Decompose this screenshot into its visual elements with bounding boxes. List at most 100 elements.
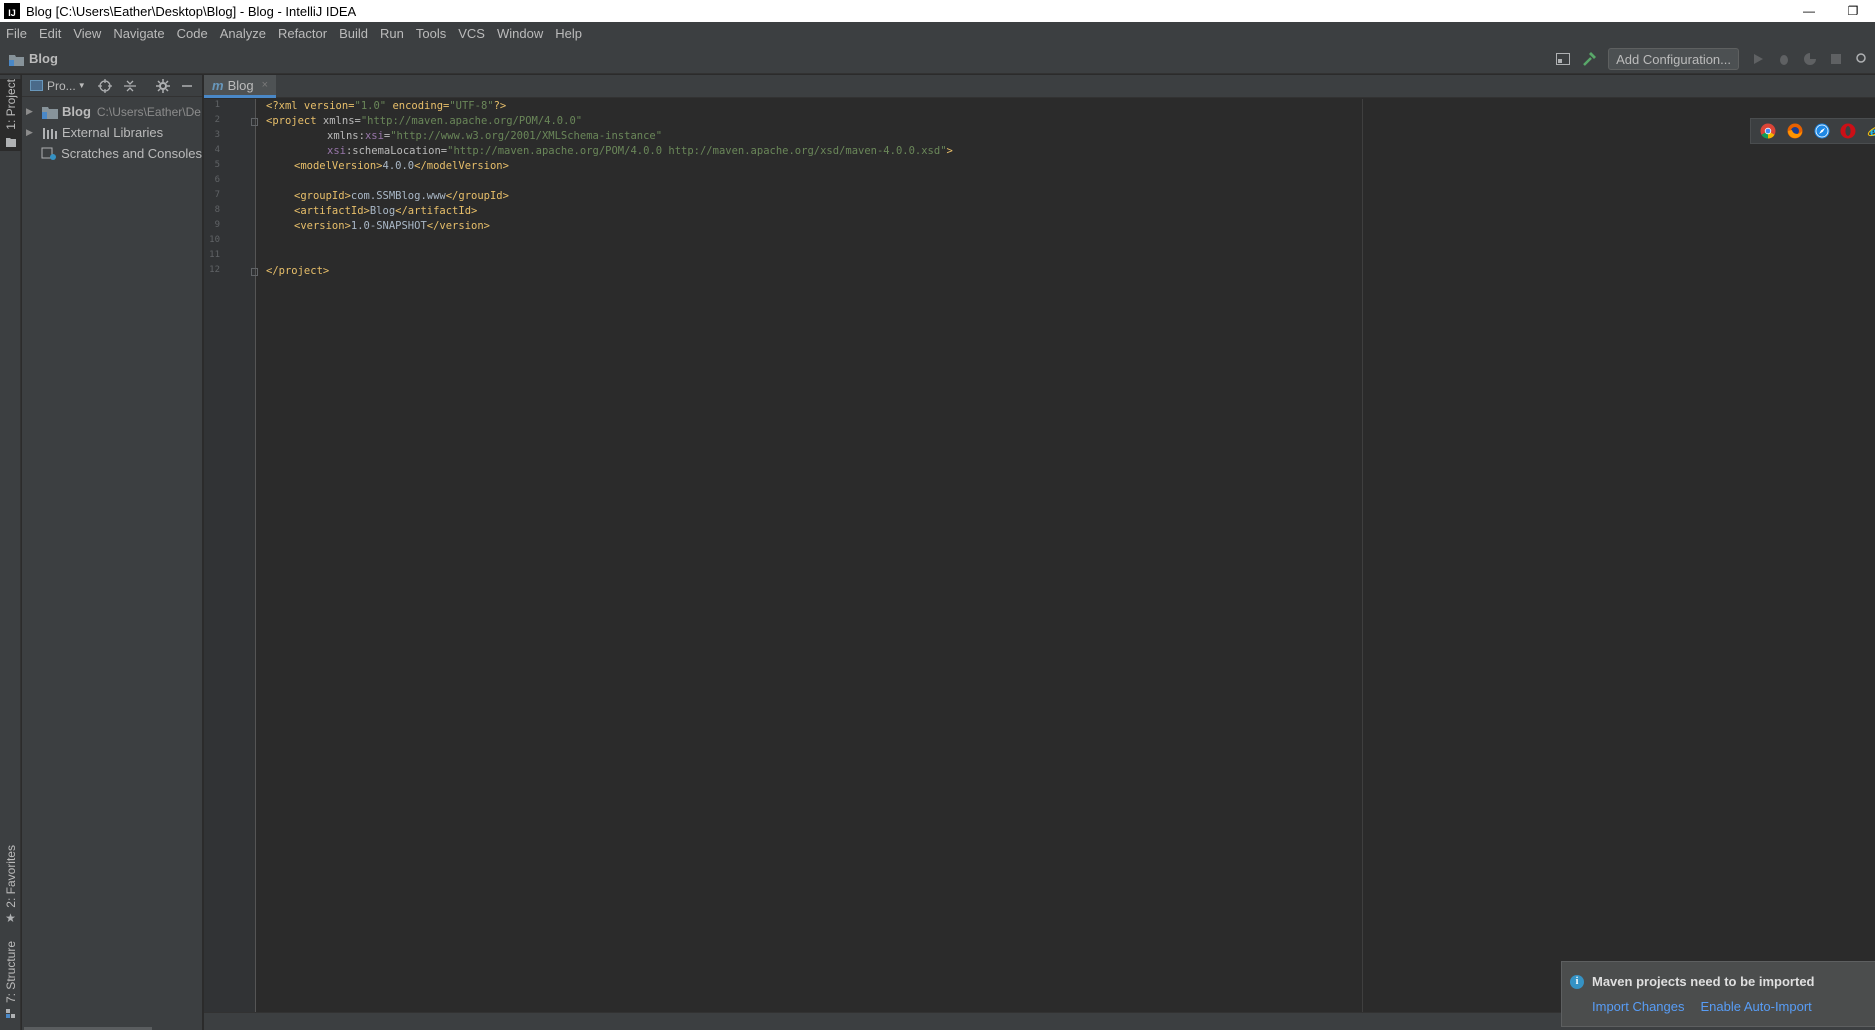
folder-icon	[9, 53, 25, 66]
menu-window[interactable]: Window	[497, 26, 543, 41]
scratches-icon	[41, 147, 57, 161]
project-panel: Pro... ▼ ▶ Blog C:\Users\Eather\De ▶ Ext…	[22, 75, 203, 1030]
code-line-2: <project xmlns="http://maven.apache.org/…	[266, 115, 583, 127]
line-number: 6	[214, 175, 220, 185]
project-tree: ▶ Blog C:\Users\Eather\De ▶ External Lib…	[22, 97, 202, 164]
code-line-12: </project>	[266, 265, 330, 277]
structure-icon	[5, 1006, 16, 1024]
window-title: Blog [C:\Users\Eather\Desktop\Blog] - Bl…	[26, 3, 357, 19]
ie-icon[interactable]: e	[1867, 123, 1875, 140]
menu-analyze[interactable]: Analyze	[220, 26, 266, 41]
tab-project[interactable]: 1: Project	[0, 79, 21, 151]
breadcrumb[interactable]: Blog	[9, 51, 58, 66]
tree-item-label: Blog	[62, 104, 91, 119]
tab-structure-label: 7: Structure	[3, 941, 18, 1004]
run-toolbar: Add Configuration...	[1550, 44, 1875, 74]
title-bar: IJ Blog [C:\Users\Eather\Desktop\Blog] -…	[0, 0, 1875, 22]
menu-run[interactable]: Run	[380, 26, 404, 41]
menu-bar: File Edit View Navigate Code Analyze Ref…	[0, 22, 1875, 44]
editor-tabs: m Blog ×	[204, 75, 1875, 98]
breadcrumb-project: Blog	[29, 51, 58, 66]
menu-code[interactable]: Code	[177, 26, 208, 41]
hide-minimize-icon[interactable]	[177, 76, 197, 96]
code-line-4: xsi:schemaLocation="http://maven.apache.…	[327, 145, 953, 157]
notification-header: i Maven projects need to be imported	[1570, 974, 1815, 989]
locate-target-icon[interactable]	[96, 76, 116, 96]
menu-view[interactable]: View	[73, 26, 101, 41]
import-changes-link[interactable]: Import Changes	[1592, 999, 1685, 1014]
menu-edit[interactable]: Edit	[39, 26, 61, 41]
left-tool-strip: 1: Project 2: Favorites ★ 7: Structure	[0, 75, 21, 1030]
line-number: 7	[214, 190, 220, 200]
expand-arrow-icon[interactable]: ▶	[26, 106, 38, 117]
line-number: 12	[209, 265, 220, 275]
opera-icon[interactable]	[1840, 123, 1856, 139]
menu-navigate[interactable]: Navigate	[113, 26, 164, 41]
tab-structure[interactable]: 7: Structure	[0, 941, 21, 1021]
line-number: 9	[214, 220, 220, 230]
search-icon[interactable]	[1851, 48, 1873, 70]
ide-window: IJ Blog [C:\Users\Eather\Desktop\Blog] -…	[0, 0, 1875, 1030]
project-view-label: Pro...	[47, 78, 76, 93]
restore-button[interactable]: ❐	[1831, 0, 1875, 22]
star-icon: ★	[5, 910, 16, 925]
menu-vcs[interactable]: VCS	[458, 26, 485, 41]
project-view-icon	[30, 80, 43, 91]
maven-file-icon: m	[212, 77, 224, 93]
menu-build[interactable]: Build	[339, 26, 368, 41]
stop-icon[interactable]	[1825, 48, 1847, 70]
menu-file[interactable]: File	[6, 26, 27, 41]
browser-preview-toolbar: e e	[1750, 118, 1875, 144]
code-line-3: xmlns:xsi="http://www.w3.org/2001/XMLSch…	[327, 130, 663, 142]
tree-item-path: C:\Users\Eather\De	[96, 104, 201, 119]
debug-icon[interactable]	[1773, 48, 1795, 70]
menu-refactor[interactable]: Refactor	[278, 26, 327, 41]
line-number: 4	[214, 145, 220, 155]
collapse-all-icon[interactable]	[120, 76, 140, 96]
tab-favorites[interactable]: 2: Favorites ★	[0, 845, 21, 925]
code-line-8: <artifactId>Blog</artifactId>	[294, 205, 478, 217]
close-icon[interactable]: ×	[262, 79, 268, 91]
code-editor[interactable]: 1 2 3 4 5 6 7 8 9 10 11 12 <?xml version…	[204, 99, 1875, 1012]
code-line-9: <version>1.0-SNAPSHOT</version>	[294, 220, 490, 232]
line-number: 11	[209, 250, 220, 260]
chevron-down-icon: ▼	[77, 81, 86, 90]
enable-auto-import-link[interactable]: Enable Auto-Import	[1701, 999, 1812, 1014]
menu-tools[interactable]: Tools	[416, 26, 446, 41]
fold-marker-icon[interactable]	[251, 118, 258, 126]
line-number: 1	[214, 100, 220, 110]
coverage-icon[interactable]	[1799, 48, 1821, 70]
chrome-icon[interactable]	[1760, 123, 1776, 139]
code-line-5: <modelVersion>4.0.0</modelVersion>	[294, 160, 509, 172]
build-hammer-icon[interactable]	[1578, 48, 1600, 70]
safari-icon[interactable]	[1814, 123, 1830, 139]
window-controls: — ❐	[1787, 0, 1875, 22]
run-icon[interactable]	[1747, 48, 1769, 70]
expand-arrow-icon[interactable]: ▶	[26, 127, 38, 138]
add-configuration-button[interactable]: Add Configuration...	[1608, 48, 1739, 70]
menu-help[interactable]: Help	[555, 26, 582, 41]
code-area[interactable]: <?xml version="1.0" encoding="UTF-8"?> <…	[260, 99, 1875, 1012]
project-view-dropdown[interactable]: Pro... ▼	[30, 79, 86, 93]
line-number: 5	[214, 160, 220, 170]
fold-marker-icon[interactable]	[251, 268, 258, 276]
notification-actions: Import Changes Enable Auto-Import	[1592, 999, 1828, 1014]
line-number: 10	[209, 235, 220, 245]
info-icon: i	[1570, 974, 1584, 989]
gear-icon[interactable]	[153, 76, 173, 96]
tree-item-label: Scratches and Consoles	[61, 146, 202, 161]
tab-blog-pom[interactable]: m Blog ×	[204, 75, 277, 98]
tree-item-scratches[interactable]: Scratches and Consoles	[22, 143, 202, 164]
project-structure-icon[interactable]	[1552, 48, 1574, 70]
code-line-1: <?xml version="1.0" encoding="UTF-8"?>	[266, 100, 507, 112]
tree-item-external-libraries[interactable]: ▶ External Libraries	[22, 122, 202, 143]
maven-import-notification: i Maven projects need to be imported Imp…	[1561, 961, 1875, 1027]
tab-project-label: 1: Project	[3, 79, 18, 130]
svg-text:e: e	[1870, 125, 1875, 139]
firefox-icon[interactable]	[1787, 123, 1803, 139]
tree-item-label: External Libraries	[62, 125, 164, 140]
minimize-button[interactable]: —	[1787, 0, 1831, 22]
library-icon	[42, 126, 58, 140]
tree-item-blog[interactable]: ▶ Blog C:\Users\Eather\De	[22, 101, 202, 122]
tab-label: Blog	[227, 77, 254, 93]
